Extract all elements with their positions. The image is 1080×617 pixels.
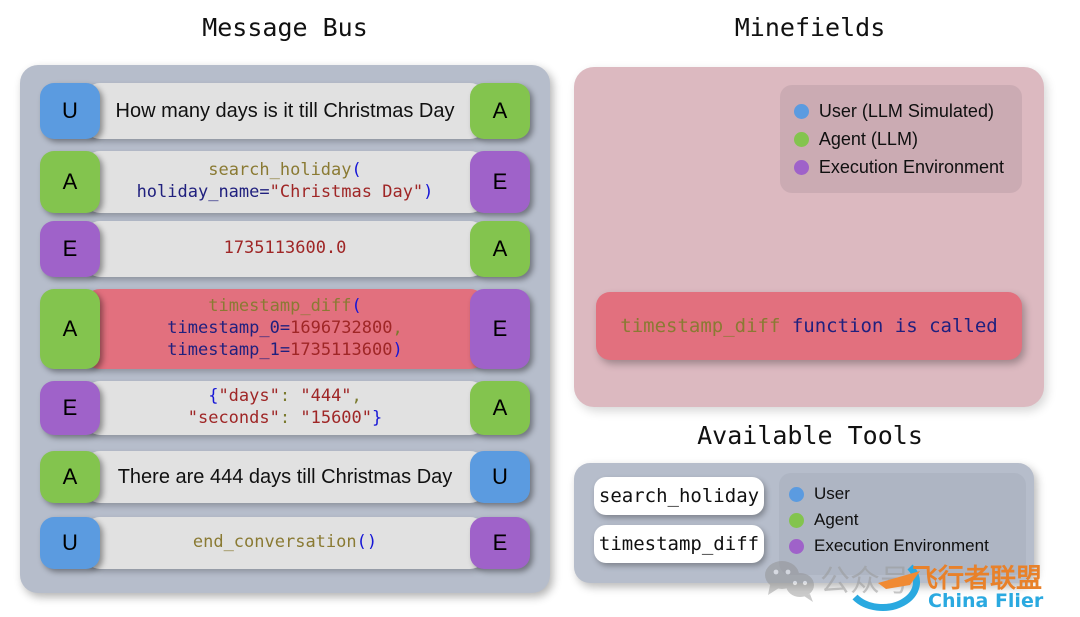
receiver-badge-agent: A <box>470 381 530 435</box>
message-row: U How many days is it till Christmas Day A <box>40 83 530 139</box>
message-row: Asearch_holiday( holiday_name="Christmas… <box>40 151 530 213</box>
sender-badge-agent: A <box>40 289 100 369</box>
legend-dot-icon <box>793 159 809 175</box>
message-bubble: There are 444 days till Christmas Day <box>84 451 486 503</box>
message-row: Atimestamp_diff( timestamp_0=1696732800,… <box>40 289 530 369</box>
tools-legend-item: User <box>789 481 1016 507</box>
minefields-legend: User (LLM Simulated) Agent (LLM) Execution… <box>779 85 1022 193</box>
tools-list: search_holiday timestamp_diff <box>594 477 764 573</box>
sender-badge-user: U <box>40 83 100 139</box>
sender-badge-agent: A <box>40 151 100 213</box>
message-row: Uend_conversation() E <box>40 517 530 569</box>
minefields-panel: User (LLM Simulated) Agent (LLM) Execution… <box>574 67 1044 407</box>
legend-dot-icon <box>789 512 804 528</box>
message-row: E 1735113600.0 A <box>40 221 530 277</box>
message-code: timestamp_diff( timestamp_0=1696732800, … <box>167 296 403 360</box>
tools-legend-label: User <box>814 484 850 503</box>
page-title-minefields: Minefields <box>734 13 886 42</box>
message-bus-panel: U How many days is it till Christmas Day A… <box>20 65 550 593</box>
minefields-legend-item: User (LLM Simulated) <box>793 97 1004 125</box>
receiver-badge-agent: A <box>470 221 530 277</box>
sender-badge-agent: A <box>40 451 100 503</box>
message-bubble: 1735113600.0 <box>84 221 486 277</box>
minefield-alert-banner: timestamp_diff function is called <box>596 292 1022 360</box>
receiver-badge-env: E <box>470 289 530 369</box>
receiver-badge-env: E <box>470 517 530 569</box>
tools-legend: User Agent Execution Environment <box>779 473 1026 575</box>
message-bubble-alert: timestamp_diff( timestamp_0=1696732800, … <box>84 289 486 369</box>
minefields-legend-label: Agent (LLM) <box>818 128 918 149</box>
sender-badge-env: E <box>40 221 100 277</box>
tools-legend-label: Execution Environment <box>814 536 989 555</box>
tools-legend-label: Agent <box>814 510 859 529</box>
receiver-badge-agent: A <box>470 83 530 139</box>
legend-dot-icon <box>793 103 809 119</box>
message-code: search_holiday( holiday_name="Christmas … <box>136 160 434 202</box>
message-code: 1735113600.0 <box>223 238 347 259</box>
legend-dot-icon <box>793 131 809 147</box>
message-row: E {"days": "444", "seconds": "15600"} A <box>40 381 530 435</box>
watermark-en-text: China Flier <box>928 590 1044 612</box>
minefields-legend-label: User (LLM Simulated) <box>818 100 994 121</box>
receiver-badge-env: E <box>470 151 530 213</box>
message-bubble: How many days is it till Christmas Day <box>84 83 486 139</box>
minefield-alert-text: timestamp_diff function is called <box>620 315 998 337</box>
tools-legend-item: Agent <box>789 507 1016 533</box>
message-bubble: end_conversation() <box>84 517 486 569</box>
tool-chip[interactable]: search_holiday <box>594 477 764 515</box>
sender-badge-env: E <box>40 381 100 435</box>
page-title-available-tools: Available Tools <box>697 421 923 450</box>
minefields-legend-label: Execution Environment <box>818 156 1004 177</box>
sender-badge-user: U <box>40 517 100 569</box>
message-text: How many days is it till Christmas Day <box>115 99 455 122</box>
message-code: end_conversation() <box>192 532 378 553</box>
minefields-legend-item: Execution Environment <box>793 153 1004 181</box>
legend-dot-icon <box>789 538 804 554</box>
tools-legend-item: Execution Environment <box>789 533 1016 559</box>
available-tools-panel: search_holiday timestamp_diff User Agent Ex… <box>574 463 1034 583</box>
message-bubble: search_holiday( holiday_name="Christmas … <box>84 151 486 213</box>
message-code: {"days": "444", "seconds": "15600"} <box>187 386 383 428</box>
legend-dot-icon <box>789 486 804 502</box>
page-title-message-bus: Message Bus <box>202 13 368 42</box>
minefields-legend-item: Agent (LLM) <box>793 125 1004 153</box>
receiver-badge-user: U <box>470 451 530 503</box>
message-text: There are 444 days till Christmas Day <box>117 465 453 488</box>
tool-chip[interactable]: timestamp_diff <box>594 525 764 563</box>
message-row: A There are 444 days till Christmas Day U <box>40 451 530 503</box>
message-bubble: {"days": "444", "seconds": "15600"} <box>84 381 486 435</box>
